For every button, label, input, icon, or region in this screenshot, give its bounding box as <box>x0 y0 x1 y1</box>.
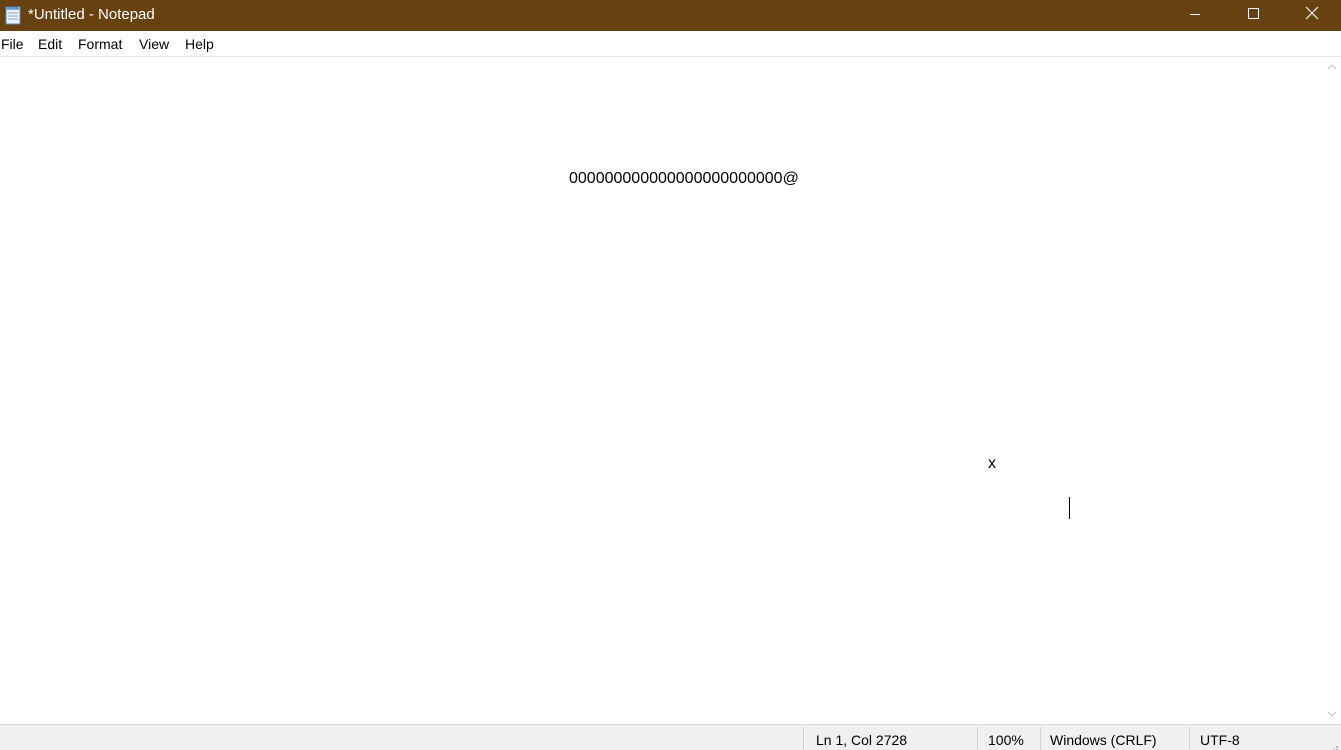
menu-edit[interactable]: Edit <box>38 35 62 53</box>
vertical-scrollbar[interactable] <box>1323 57 1341 724</box>
status-divider <box>1040 727 1041 750</box>
maximize-icon <box>1247 7 1260 25</box>
status-divider <box>1189 727 1190 750</box>
close-button[interactable] <box>1283 0 1341 31</box>
status-encoding: UTF-8 <box>1200 732 1240 748</box>
notepad-icon[interactable] <box>4 5 22 25</box>
resize-grip-icon[interactable] <box>1329 739 1339 750</box>
status-divider <box>977 727 978 750</box>
scroll-up-button[interactable] <box>1323 57 1341 75</box>
window-title: *Untitled - Notepad <box>28 6 155 23</box>
minimize-button[interactable] <box>1166 0 1224 31</box>
status-line-ending: Windows (CRLF) <box>1050 732 1157 748</box>
menu-view[interactable]: View <box>139 35 169 53</box>
status-divider <box>803 727 804 750</box>
menu-bar: File Edit Format View Help <box>0 31 1341 57</box>
editor-text-line: x <box>988 455 996 472</box>
status-zoom: 100% <box>988 732 1024 748</box>
title-bar[interactable]: *Untitled - Notepad <box>0 0 1341 31</box>
menu-format[interactable]: Format <box>78 35 122 53</box>
close-icon <box>1305 6 1319 25</box>
menu-help[interactable]: Help <box>185 35 214 53</box>
text-caret <box>1069 497 1070 519</box>
notepad-window: *Untitled - Notepad File Edit Format Vie… <box>0 0 1341 750</box>
status-cursor-position: Ln 1, Col 2728 <box>816 732 908 748</box>
scroll-down-button[interactable] <box>1323 704 1341 722</box>
chevron-down-icon <box>1327 704 1337 722</box>
menu-file[interactable]: File <box>1 35 24 53</box>
status-bar: Ln 1, Col 2728 100% Windows (CRLF) UTF-8 <box>0 724 1341 750</box>
maximize-button[interactable] <box>1224 0 1282 31</box>
text-editor[interactable]: 000000000000000000000000@ x <box>0 57 1323 724</box>
chevron-up-icon <box>1327 57 1337 75</box>
editor-text-line: 000000000000000000000000@ <box>569 170 799 187</box>
minimize-icon <box>1189 7 1201 25</box>
